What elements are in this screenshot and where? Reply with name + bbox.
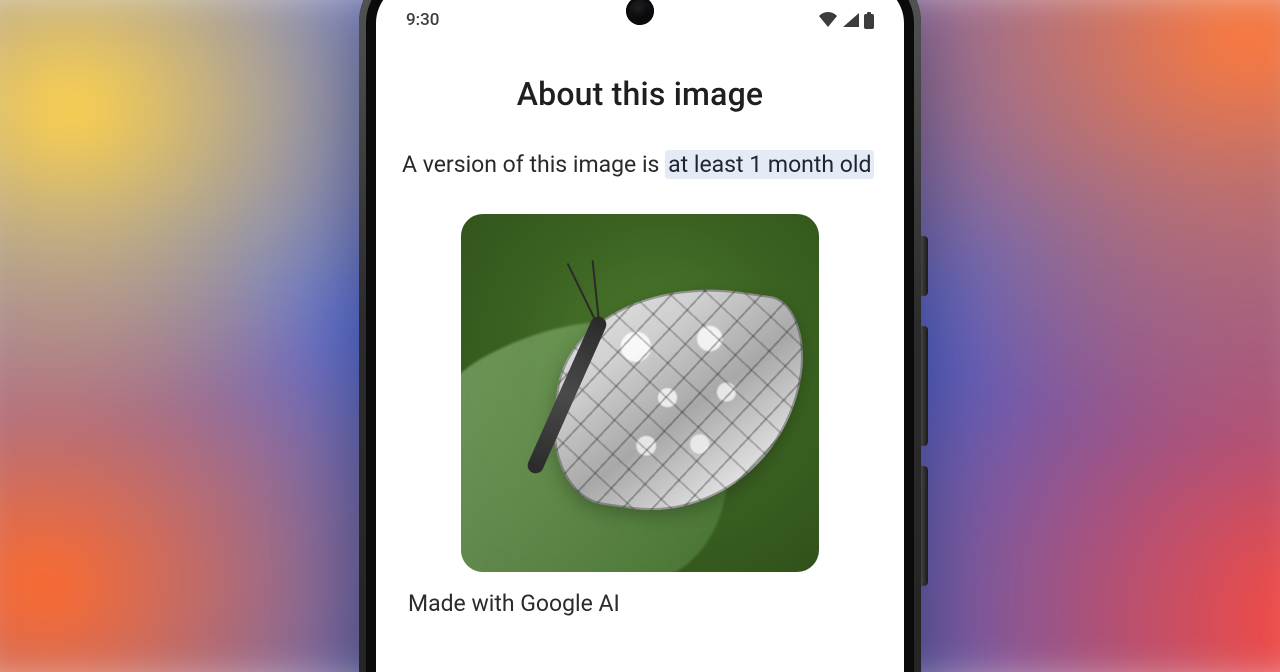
image-age-highlight: at least 1 month old — [665, 150, 874, 179]
status-time: 9:30 — [406, 10, 439, 30]
subject-image[interactable] — [461, 214, 819, 572]
phone-volume-down-button — [921, 466, 928, 586]
phone-screen: 9:30 About this image A version of this … — [376, 0, 904, 672]
battery-icon — [864, 12, 874, 29]
image-age-prefix: A version of this image is — [402, 151, 665, 178]
image-age-summary: A version of this image is at least 1 mo… — [402, 149, 878, 182]
phone-volume-up-button — [921, 326, 928, 446]
butterfly-wing — [542, 268, 812, 529]
wifi-icon — [818, 12, 838, 28]
cell-signal-icon — [842, 12, 860, 28]
image-provenance-caption: Made with Google AI — [402, 590, 878, 617]
phone-side-button — [921, 236, 928, 296]
page-title: About this image — [402, 75, 878, 113]
phone-mockup: 9:30 About this image A version of this … — [359, 0, 921, 672]
status-icons — [818, 12, 874, 29]
about-image-panel: About this image A version of this image… — [376, 39, 904, 617]
